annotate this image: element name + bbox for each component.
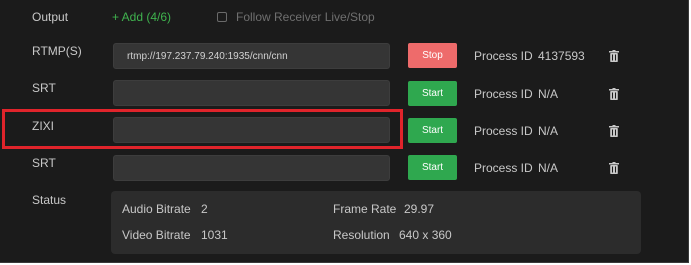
protocol-label-srt: SRT — [32, 81, 56, 95]
video-bitrate-value: 1031 — [201, 228, 228, 242]
trash-icon[interactable] — [609, 50, 619, 62]
process-id-value: N/A — [538, 124, 559, 138]
process-id-value: N/A — [538, 161, 559, 175]
frame-rate-value: 29.97 — [404, 202, 435, 216]
process-id-label: Process ID — [474, 49, 533, 63]
process-id-label: Process ID — [474, 161, 533, 175]
url-input-rtmps[interactable] — [113, 43, 390, 69]
stop-button[interactable]: Stop — [408, 43, 457, 68]
process-id-value: N/A — [538, 87, 559, 101]
frame-rate-label: Frame Rate — [333, 202, 397, 216]
video-bitrate-label: Video Bitrate — [122, 228, 191, 242]
output-label: Output — [32, 10, 69, 24]
follow-receiver-checkbox[interactable] — [217, 12, 227, 22]
status-box — [111, 191, 641, 254]
process-id-value: 4137593 — [538, 49, 585, 63]
output-panel: Output + Add (4/6) Follow Receiver Live/… — [0, 0, 689, 263]
start-button[interactable]: Start — [408, 155, 457, 180]
protocol-label-srt: SRT — [32, 156, 56, 170]
protocol-label-rtmps: RTMP(S) — [32, 44, 82, 58]
add-output-button[interactable]: + Add (4/6) — [112, 10, 171, 24]
trash-icon[interactable] — [609, 125, 619, 137]
process-id-label: Process ID — [474, 87, 533, 101]
resolution-value: 640 x 360 — [399, 228, 452, 242]
audio-bitrate-label: Audio Bitrate — [122, 202, 191, 216]
url-input-zixi[interactable] — [113, 117, 390, 143]
trash-icon[interactable] — [609, 88, 619, 100]
protocol-label-zixi: ZIXI — [32, 119, 55, 133]
process-id-label: Process ID — [474, 124, 533, 138]
start-button[interactable]: Start — [408, 118, 457, 143]
resolution-label: Resolution — [333, 228, 390, 242]
trash-icon[interactable] — [609, 162, 619, 174]
start-button[interactable]: Start — [408, 81, 457, 106]
audio-bitrate-value: 2 — [201, 202, 208, 216]
url-input-srt[interactable] — [113, 80, 390, 106]
follow-receiver-label: Follow Receiver Live/Stop — [236, 10, 375, 24]
url-input-srt[interactable] — [113, 155, 390, 181]
status-label: Status — [32, 193, 67, 207]
